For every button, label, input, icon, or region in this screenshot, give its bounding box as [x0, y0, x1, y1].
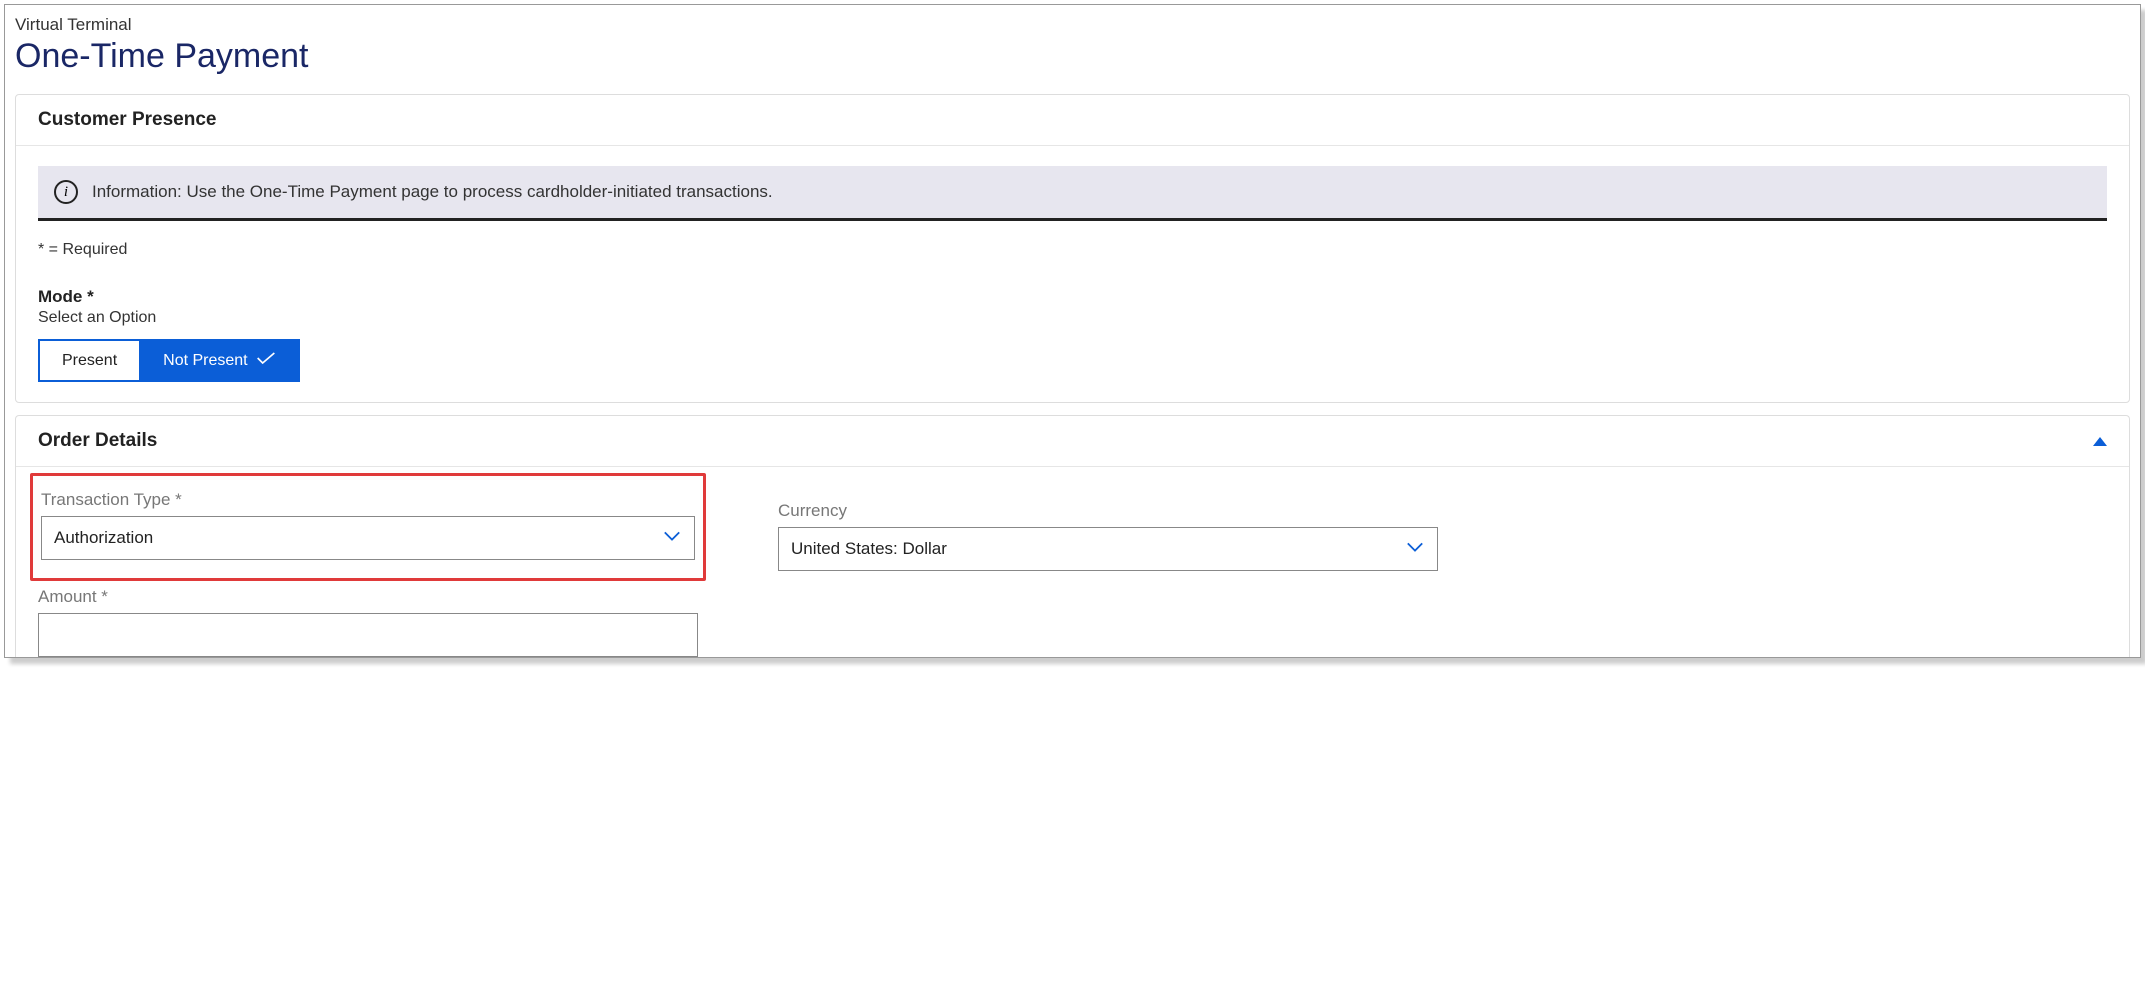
mode-present-label: Present [62, 352, 117, 370]
currency-label: Currency [778, 501, 1438, 521]
currency-col: Currency United States: Dollar [778, 487, 1438, 657]
currency-select[interactable]: United States: Dollar [778, 527, 1438, 571]
info-banner: i Information: Use the One-Time Payment … [38, 166, 2107, 221]
breadcrumb: Virtual Terminal [15, 15, 2130, 35]
mode-label: Mode * [38, 287, 2107, 307]
amount-block: Amount * [38, 587, 698, 657]
mode-not-present-button[interactable]: Not Present [139, 339, 299, 382]
customer-presence-heading-text: Customer Presence [38, 109, 216, 131]
transaction-type-highlight: Transaction Type * Authorization [30, 473, 706, 581]
transaction-type-label: Transaction Type * [41, 490, 695, 510]
check-icon [256, 351, 276, 370]
mode-toggle: Present Not Present [38, 339, 2107, 382]
customer-presence-body: i Information: Use the One-Time Payment … [16, 146, 2129, 402]
currency-value: United States: Dollar [778, 527, 1438, 571]
transaction-type-col: Transaction Type * Authorization Amount … [38, 487, 698, 657]
order-details-heading-text: Order Details [38, 430, 157, 452]
mode-present-button[interactable]: Present [38, 339, 139, 382]
info-text: Information: Use the One-Time Payment pa… [92, 182, 773, 202]
mode-not-present-label: Not Present [163, 352, 247, 370]
transaction-type-value: Authorization [41, 516, 695, 560]
form-row: Transaction Type * Authorization Amount … [38, 487, 2107, 657]
info-icon: i [54, 180, 78, 204]
customer-presence-panel: Customer Presence i Information: Use the… [15, 94, 2130, 403]
page-container: Virtual Terminal One-Time Payment Custom… [4, 4, 2141, 658]
collapse-icon[interactable] [2093, 437, 2107, 446]
customer-presence-heading: Customer Presence [16, 95, 2129, 146]
page-title: One-Time Payment [15, 37, 2130, 76]
amount-input[interactable] [38, 613, 698, 657]
amount-label: Amount * [38, 587, 698, 607]
mode-hint: Select an Option [38, 309, 2107, 327]
required-note: * = Required [38, 241, 2107, 259]
order-details-heading: Order Details [16, 416, 2129, 467]
transaction-type-select[interactable]: Authorization [41, 516, 695, 560]
order-details-body: Transaction Type * Authorization Amount … [16, 467, 2129, 657]
order-details-panel: Order Details Transaction Type * Authori… [15, 415, 2130, 657]
